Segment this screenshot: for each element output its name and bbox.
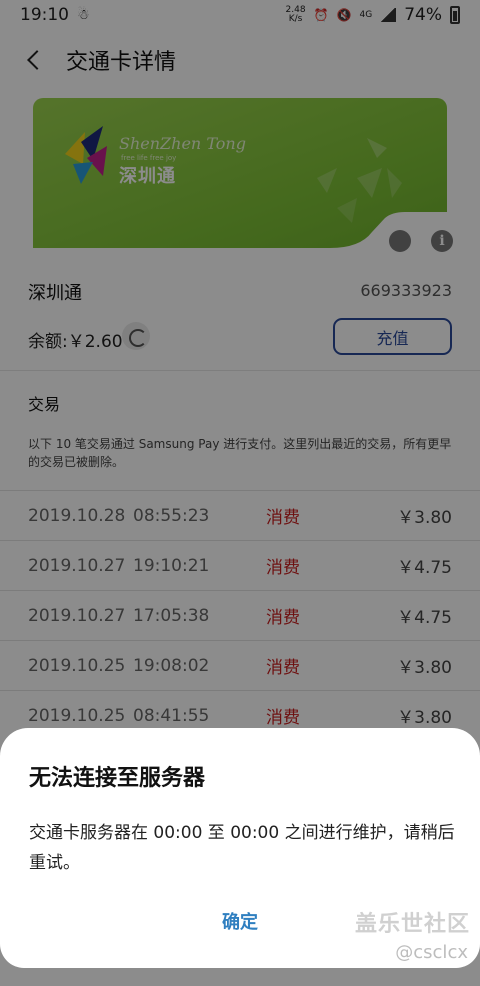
watermark-main: 盖乐世社区 xyxy=(354,912,470,937)
watermark-sub: @csclcx xyxy=(395,942,468,963)
dialog-title: 无法连接至服务器 xyxy=(29,766,206,791)
confirm-button[interactable]: 确定 xyxy=(200,908,280,934)
dialog-message: 交通卡服务器在 00:00 至 00:00 之间进行维护，请稍后重试。 xyxy=(29,823,455,873)
screen: 19:10 ☃ 2.48 K/s ⏰ 🔇 4G 74% 交通卡详情 ShenZh… xyxy=(0,0,480,986)
